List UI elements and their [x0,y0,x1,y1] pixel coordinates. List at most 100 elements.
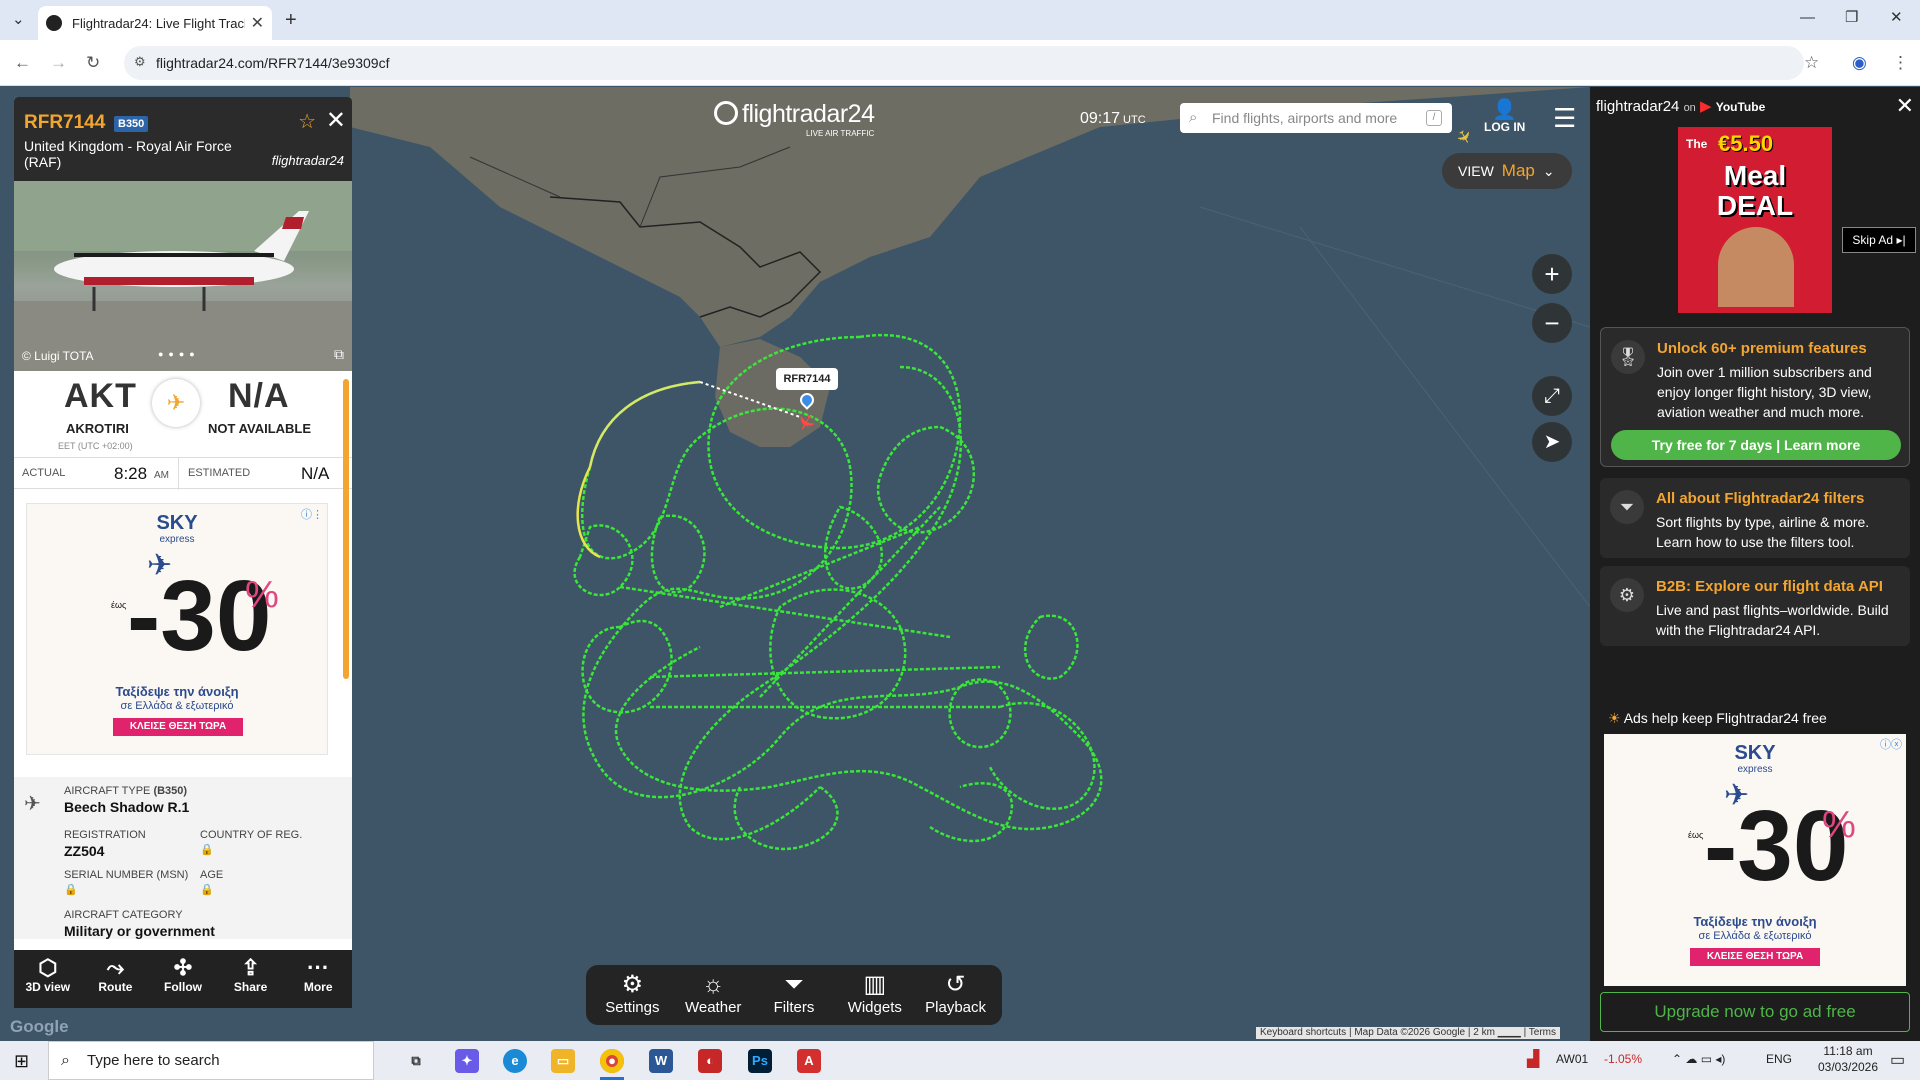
close-window-icon[interactable]: ✕ [1890,10,1903,25]
try-free-button[interactable]: Try free for 7 days | Learn more [1611,430,1901,460]
action-label: Share [233,980,268,994]
app-icon[interactable]: ◐ [698,1049,722,1073]
tray-icons[interactable]: ⌃ ☁ ▭ ◂) [1672,1052,1725,1066]
photo-credit: © Luigi TOTA [22,349,94,363]
photo-pager[interactable]: ●●●● [158,349,200,359]
lock-icon[interactable]: 🔒 [200,843,214,856]
sky-express-ad-2[interactable]: SKY express ✈ έως -30 % Ταξίδεψε την άνο… [1604,734,1906,986]
aircraft-photo[interactable]: © Luigi TOTA ●●●● ⧉ [14,181,352,371]
video-ad[interactable]: The €5.50 Meal DEAL [1678,127,1832,313]
search-icon: ⌕ [1189,109,1198,126]
google-logo: Google [10,1017,69,1036]
share-button[interactable]: ⇪ Share [217,950,285,1008]
zoom-in-button[interactable]: + [1532,254,1572,294]
video-ad-price: €5.50 [1718,131,1774,156]
filter-icon: ⏷ [784,971,804,998]
settings-button[interactable]: ⚙ Settings [592,965,673,1025]
reload-icon[interactable]: ↻ [86,54,100,71]
weather-button[interactable]: ☼ Weather [673,965,754,1025]
flight-actions-bar: ⬡ 3D view ⤳ Route ✣ Follow ⇪ Share ··· More [14,950,352,1008]
chrome-icon[interactable]: ● [600,1049,624,1073]
login-button[interactable]: 👤 LOG IN [1484,100,1525,134]
stock-ticker[interactable]: AW01 [1556,1052,1588,1066]
share-icon: ⇪ [241,955,260,980]
toolbar-label: Weather [684,999,742,1016]
more-button[interactable]: ··· More [284,950,352,1008]
right-panel-on: on [1683,102,1696,114]
close-right-panel-icon[interactable]: ✕ [1896,93,1914,119]
terms-link[interactable]: Terms [1529,1027,1556,1038]
chevron-down-icon: ⌄ [1542,163,1555,179]
browser-menu-icon[interactable]: ⋮ [1892,54,1909,71]
flight-panel: RFR7144 B350 United Kingdom - Royal Air … [14,97,352,1007]
origin-timezone: EET (UTC +02:00) [58,441,133,451]
language[interactable]: ENG [1766,1052,1792,1066]
route-button[interactable]: ⤳ Route [82,950,150,1008]
windows-start-icon[interactable]: ⊞ [14,1051,29,1072]
ad-info-icon[interactable]: ⓘⓧ [1880,736,1902,752]
search-input[interactable]: ⌕ Find flights, airports and more / [1180,103,1452,133]
close-tab-icon[interactable]: ✕ [251,13,264,33]
origin-code[interactable]: AKT [64,377,137,416]
copilot-icon[interactable]: ✦ [455,1049,479,1073]
origin-name: AKROTIRI [66,421,129,436]
lock-icon[interactable]: 🔒 [64,883,78,896]
ad-info-icon[interactable]: ⓘ⋮ [301,506,323,522]
acrobat-icon[interactable]: A [797,1049,821,1073]
taskbar-clock[interactable]: 11:18 am 03/03/2026 [1808,1043,1888,1075]
lock-icon[interactable]: 🔒 [200,883,214,896]
view-selector[interactable]: VIEW Map ⌄ [1442,153,1572,189]
flight-label[interactable]: RFR7144 [776,368,838,390]
site-info-icon[interactable]: ⚙ [134,54,146,70]
restore-icon[interactable]: ❐ [1845,10,1858,25]
back-icon[interactable]: ← [14,54,31,71]
ads-help-label: Ads help keep Flightradar24 free [1623,710,1827,726]
profile-icon[interactable]: ◉ [1852,54,1867,71]
close-panel-icon[interactable]: ✕ [326,106,346,135]
toolbar-label: Settings [605,999,660,1016]
filters-card[interactable]: ⏷ All about Flightradar24 filters Sort f… [1600,478,1910,558]
3d-view-button[interactable]: ⬡ 3D view [14,950,82,1008]
ad-cta-button[interactable]: ΚΛΕΙΣΕ ΘΕΣΗ ΤΩΡΑ [1690,948,1820,966]
bookmark-star-icon[interactable]: ☆ [1804,54,1819,71]
sky-express-ad[interactable]: SKY express ✈ έως -30 % Ταξίδεψε την άνο… [26,503,328,755]
notification-icon[interactable]: ▭ [1890,1050,1905,1070]
ads-help-text: ☀ Ads help keep Flightradar24 free [1608,710,1827,727]
widgets-button[interactable]: ▥ Widgets [834,965,915,1025]
filters-button[interactable]: ⏷ Filters [754,965,835,1025]
word-icon[interactable]: W [649,1049,673,1073]
browser-tab[interactable]: Flightradar24: Live Flight Tracke ✕ [38,6,272,40]
file-explorer-icon[interactable]: ▭ [551,1049,575,1073]
ad-brand: SKY [156,512,198,534]
new-tab-icon[interactable]: + [285,10,297,30]
task-view-icon[interactable]: ⧉ [404,1049,428,1073]
skip-ad-button[interactable]: Skip Ad ▸| [1842,227,1916,253]
aircraft-type-icon: ✈ [24,793,41,815]
browser-tab-bar: ⌄ Flightradar24: Live Flight Tracke ✕ + … [0,0,1920,40]
tab-list-icon[interactable]: ⌄ [12,12,25,27]
follow-button[interactable]: ✣ Follow [149,950,217,1008]
taskbar-search[interactable]: ⌕ Type here to search [48,1041,374,1080]
playback-button[interactable]: ↺ Playback [915,965,996,1025]
panel-scrollbar[interactable] [343,379,349,679]
external-link-icon[interactable]: ⧉ [334,346,344,363]
forward-icon[interactable]: → [50,54,67,71]
favorite-star-icon[interactable]: ☆ [298,109,316,134]
photoshop-icon[interactable]: Ps [748,1049,772,1073]
api-card[interactable]: ⚙ B2B: Explore our flight data API Live … [1600,566,1910,646]
upgrade-button[interactable]: Upgrade now to go ad free [1600,992,1910,1032]
minimize-icon[interactable]: — [1800,10,1815,25]
my-location-button[interactable]: ➤ [1532,422,1572,462]
ad-cta-button[interactable]: ΚΛΕΙΣΕ ΘΕΣΗ ΤΩΡΑ [113,718,243,736]
zoom-out-button[interactable]: − [1532,303,1572,343]
edge-icon[interactable]: e [503,1049,527,1073]
ad-brand-sub: express [159,534,195,545]
hamburger-menu-icon[interactable]: ☰ [1553,105,1577,131]
keyboard-shortcuts-link[interactable]: Keyboard shortcuts [1260,1027,1346,1038]
gear-icon: ⚙ [621,971,644,998]
url-field[interactable]: ⚙ flightradar24.com/RFR7144/3e9309cf [124,46,1804,80]
ad-upto: έως [1688,830,1704,840]
fullscreen-button[interactable]: ⤢ [1532,376,1572,416]
ad-line-1: Ταξίδεψε την άνοιξη [115,684,239,699]
flightradar24-logo[interactable]: flightradar24 [714,100,875,129]
